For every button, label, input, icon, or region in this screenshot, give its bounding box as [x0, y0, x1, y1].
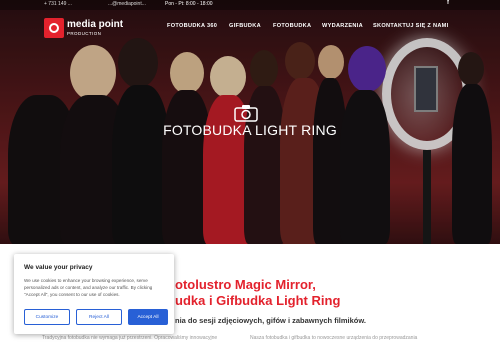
cookie-consent-dialog: We value your privacy We use cookies to …: [14, 254, 174, 334]
email-link[interactable]: ...@mediapoint...: [108, 1, 146, 7]
camera-icon: [234, 105, 258, 122]
paragraph-left: Tradycyjna fotobudka nie wymaga już prze…: [42, 335, 218, 341]
nav-item-fotobudka-360[interactable]: FOTOBUDKA 360: [167, 23, 217, 29]
nav-item-gifbudka[interactable]: GIFBUDKA: [229, 23, 261, 29]
nav-item-kontakt[interactable]: SKONTAKTUJ SIĘ Z NAMI: [373, 23, 449, 29]
facebook-icon[interactable]: f: [447, 0, 449, 6]
headline-line-2: udka i Gifbudka Light Ring: [175, 293, 341, 308]
reject-all-button[interactable]: Reject All: [76, 309, 122, 325]
nav-item-wydarzenia[interactable]: WYDARZENIA: [322, 23, 363, 29]
main-nav: FOTOBUDKA 360 GIFBUDKA FOTOBUDKA WYDARZE…: [0, 23, 500, 33]
phone-link[interactable]: + 731 149 ...: [44, 1, 72, 7]
headline-line-1: otolustro Magic Mirror,: [175, 277, 316, 292]
cookie-title: We value your privacy: [24, 264, 93, 271]
cookie-text: We use cookies to enhance your browsing …: [24, 278, 153, 297]
nav-item-fotobudka[interactable]: FOTOBUDKA: [273, 23, 311, 29]
accept-all-button[interactable]: Accept All: [128, 309, 168, 325]
section-headline: otolustro Magic Mirror, udka i Gifbudka …: [175, 277, 340, 309]
customize-button[interactable]: Customize: [24, 309, 70, 325]
paragraph-right: Nasza fotobudka i gifbudka to nowoczesne…: [250, 335, 418, 341]
opening-hours: Pon - Pt: 8:00 - 18:00: [165, 1, 213, 7]
section-subline: nia do sesji zdjęciowych, gifów i zabawn…: [175, 316, 367, 325]
top-bar: + 731 149 ... ...@mediapoint... Pon - Pt…: [0, 0, 500, 10]
hero-title: FOTOBUDKA LIGHT RING: [163, 122, 337, 138]
